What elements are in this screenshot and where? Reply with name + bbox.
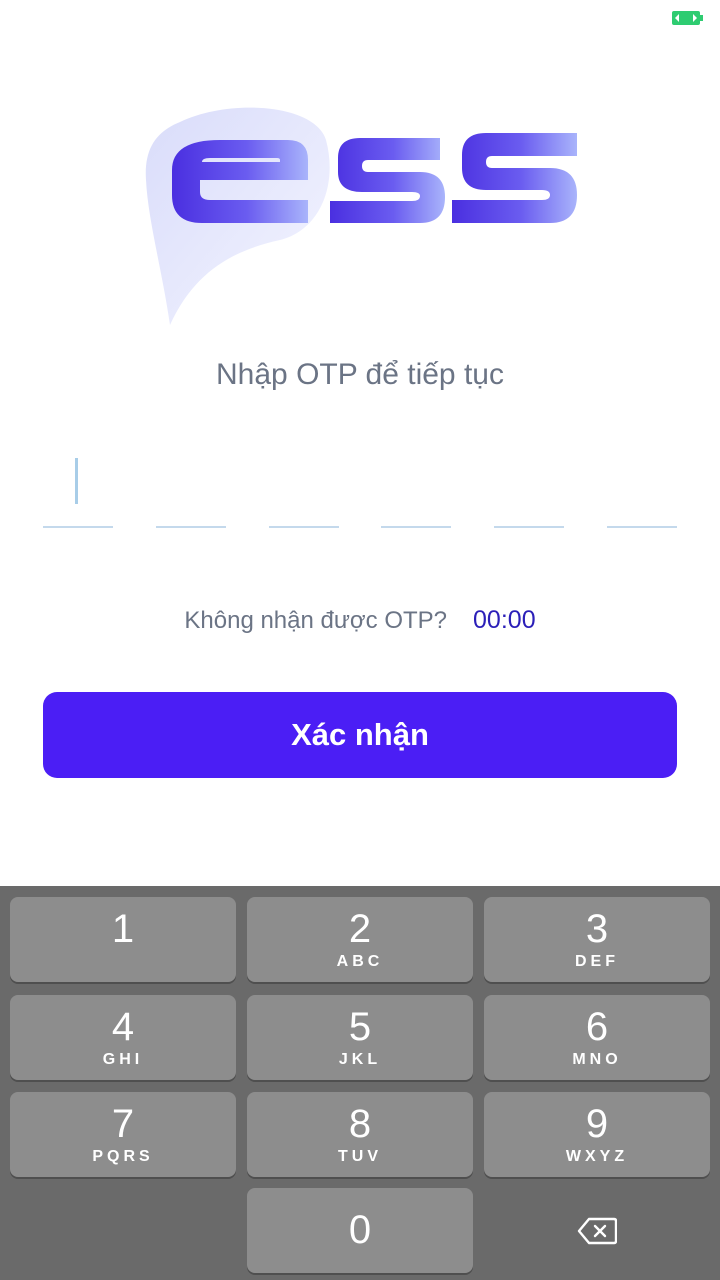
otp-digit-5[interactable] (494, 450, 564, 528)
key-3[interactable]: 3 DEF (484, 897, 710, 982)
key-2[interactable]: 2 ABC (247, 897, 473, 982)
text-cursor (75, 458, 78, 504)
numeric-keypad: 1 2 ABC 3 DEF 4 GHI 5 JKL 6 MNO 7 PQRS 8… (0, 886, 720, 1280)
key-9[interactable]: 9 WXYZ (484, 1092, 710, 1177)
otp-digit-2[interactable] (156, 450, 226, 528)
resend-question[interactable]: Không nhận được OTP? (184, 607, 447, 634)
key-7[interactable]: 7 PQRS (10, 1092, 236, 1177)
key-6[interactable]: 6 MNO (484, 995, 710, 1080)
confirm-button[interactable]: Xác nhận (43, 692, 677, 778)
battery-icon (672, 11, 703, 25)
countdown-timer: 00:00 (473, 606, 536, 634)
otp-digit-4[interactable] (381, 450, 451, 528)
backspace-icon (577, 1217, 617, 1244)
delete-key[interactable] (484, 1188, 710, 1273)
ess-logo (145, 107, 577, 325)
key-1[interactable]: 1 (10, 897, 236, 982)
key-8[interactable]: 8 TUV (247, 1092, 473, 1177)
otp-digit-6[interactable] (607, 450, 677, 528)
otp-prompt: Nhập OTP để tiếp tục (216, 358, 504, 391)
resend-row: Không nhận được OTP? 00:00 (0, 606, 720, 635)
key-4[interactable]: 4 GHI (10, 995, 236, 1080)
otp-digit-3[interactable] (269, 450, 339, 528)
key-0[interactable]: 0 (247, 1188, 473, 1273)
otp-digit-1[interactable] (43, 450, 113, 528)
key-5[interactable]: 5 JKL (247, 995, 473, 1080)
